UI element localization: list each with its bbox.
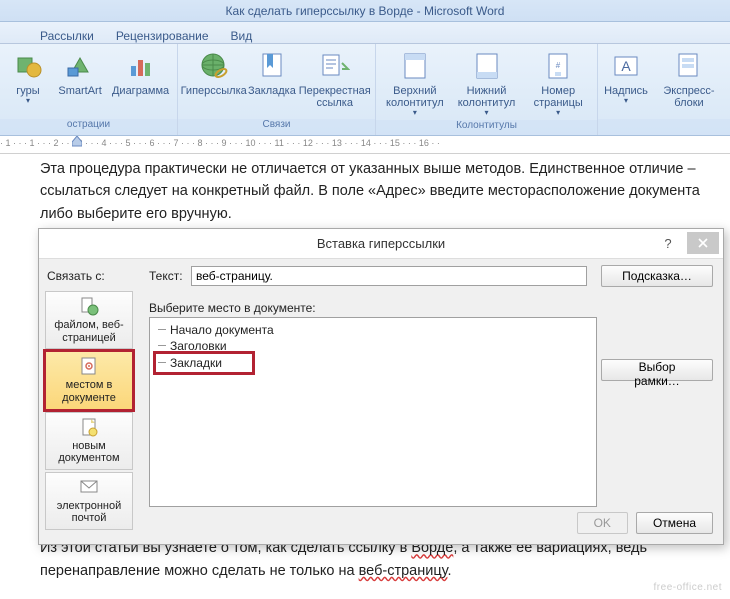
horizontal-ruler[interactable]: · 1 · · · 1 · · · 2 · · · 3 · · · 4 · · … (0, 136, 730, 154)
text-label: Текст: (149, 269, 183, 283)
dialog-titlebar[interactable]: Вставка гиперссылки ? (39, 229, 723, 259)
chevron-down-icon: ▾ (485, 109, 489, 118)
header-icon (399, 50, 431, 82)
pagenum-icon: # (542, 50, 574, 82)
place-in-doc-icon (79, 356, 99, 376)
tab-view[interactable]: Вид (231, 29, 253, 43)
quickparts-button[interactable]: Экспресс-блоки (654, 48, 724, 111)
close-button[interactable] (687, 232, 719, 254)
tree-item-top[interactable]: Начало документа (156, 322, 590, 338)
bookmark-button[interactable]: Закладка (249, 48, 294, 99)
crossref-button[interactable]: Перекрестная ссылка (300, 48, 369, 111)
new-doc-icon (79, 417, 99, 437)
paragraph: Эта процедура практически не отличается … (40, 158, 712, 225)
ribbon: гуры▾ SmartArt Диаграмма острации Гиперс… (0, 44, 730, 136)
select-place-label: Выберите место в документе: (149, 301, 316, 315)
pagenum-button[interactable]: # Номер страницы▾ (525, 48, 591, 120)
chevron-down-icon: ▾ (624, 97, 628, 106)
tab-review[interactable]: Рецензирование (116, 29, 209, 43)
watermark: free-office.net (654, 582, 722, 593)
chevron-down-icon: ▾ (413, 109, 417, 118)
header-button[interactable]: Верхний колонтитул▾ (382, 48, 448, 120)
quickparts-icon (673, 50, 705, 82)
cancel-button[interactable]: Отмена (636, 512, 713, 534)
crossref-icon (319, 50, 351, 82)
document-places-tree[interactable]: Начало документа Заголовки Закладки (149, 317, 597, 507)
target-frame-button[interactable]: Выбор рамки… (601, 359, 713, 381)
window-titlebar: Как сделать гиперссылку в Ворде - Micros… (0, 0, 730, 22)
svg-text:A: A (621, 58, 631, 74)
insert-hyperlink-dialog: Вставка гиперссылки ? Связать с: Текст: … (38, 228, 724, 545)
ok-button: OK (577, 512, 628, 534)
linkto-file-web[interactable]: файлом, веб-страницей (45, 291, 133, 349)
tree-item-bookmarks[interactable]: Закладки (156, 355, 222, 371)
group-label-text (598, 119, 730, 135)
linkto-sidebar: файлом, веб-страницей местом в документе… (45, 291, 133, 530)
ribbon-tabs: Рассылки Рецензирование Вид (0, 22, 730, 44)
textbox-icon: A (610, 50, 642, 82)
chevron-down-icon: ▾ (26, 97, 30, 106)
chart-icon (125, 50, 157, 82)
linkto-label: Связать с: (47, 269, 105, 283)
svg-text:#: # (556, 61, 561, 70)
globe-link-icon (198, 50, 230, 82)
email-icon (79, 477, 99, 497)
smartart-icon (64, 50, 96, 82)
chevron-down-icon: ▾ (556, 109, 560, 118)
linkto-new-doc[interactable]: новым документом (45, 412, 133, 470)
shapes-icon (12, 50, 44, 82)
group-label-illustrations: острации (0, 119, 177, 135)
hyperlink-button[interactable]: Гиперссылка (184, 48, 243, 99)
file-web-icon (79, 296, 99, 316)
linkto-email[interactable]: электронной почтой (45, 472, 133, 530)
window-title: Как сделать гиперссылку в Ворде - Micros… (226, 4, 505, 18)
screentip-button[interactable]: Подсказка… (601, 265, 713, 287)
smartart-button[interactable]: SmartArt (56, 48, 104, 99)
group-label-links: Связи (178, 119, 375, 135)
linkto-place-in-doc[interactable]: местом в документе (45, 351, 133, 409)
footer-button[interactable]: Нижний колонтитул▾ (454, 48, 520, 120)
bookmark-icon (256, 50, 288, 82)
tree-item-headings[interactable]: Заголовки (156, 338, 590, 354)
close-icon (698, 238, 708, 248)
display-text-input[interactable] (191, 266, 587, 286)
shapes-button[interactable]: гуры▾ (6, 48, 50, 108)
textbox-button[interactable]: A Надпись▾ (604, 48, 648, 108)
footer-icon (471, 50, 503, 82)
help-button[interactable]: ? (653, 229, 683, 258)
chart-button[interactable]: Диаграмма (110, 48, 171, 99)
tab-mailings[interactable]: Рассылки (40, 29, 94, 43)
dialog-title: Вставка гиперссылки (317, 236, 445, 251)
group-label-headerfooter: Колонтитулы (376, 120, 597, 135)
indent-marker-icon[interactable] (72, 136, 82, 152)
